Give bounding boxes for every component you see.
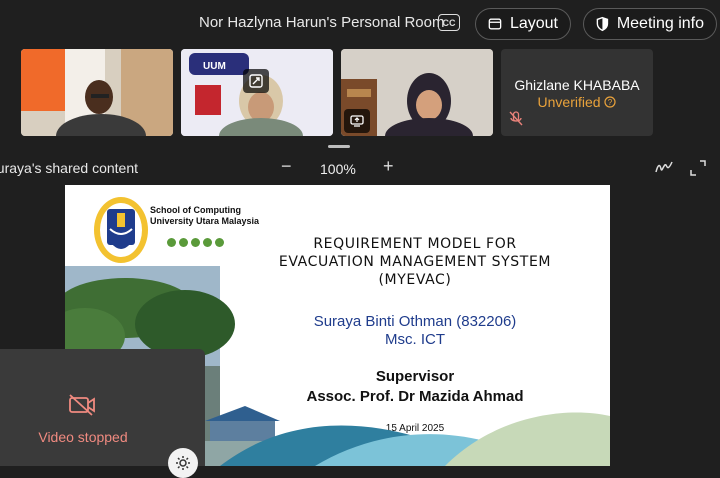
screen-icon (350, 115, 364, 127)
self-view-tile[interactable]: Video stopped (0, 349, 205, 466)
room-title: Nor Hazlyna Harun's Personal Room (199, 14, 445, 31)
share-screen-button[interactable] (344, 109, 370, 133)
layout-label: Layout (509, 15, 558, 32)
help-icon: ? (604, 96, 617, 108)
meeting-info-label: Meeting info (616, 15, 704, 32)
participant-video (21, 49, 173, 136)
shield-icon (596, 16, 609, 32)
share-toolbar: ng Suraya's shared content − 100% + (0, 154, 720, 182)
participant-name: Ghizlane KHABABA (514, 77, 640, 93)
svg-text:?: ? (608, 98, 613, 107)
school-name: School of Computing University Utara Mal… (150, 205, 260, 226)
expand-icon (249, 74, 263, 88)
gear-icon (176, 456, 190, 470)
unverified-status: Unverified ? (501, 94, 653, 110)
decorative-dots (167, 238, 224, 247)
annotate-icon[interactable] (655, 160, 673, 174)
video-off-icon (69, 394, 95, 416)
meeting-info-button[interactable]: Meeting info (583, 8, 717, 40)
participant-tile-3[interactable] (341, 49, 493, 136)
participant-tile-1[interactable] (21, 49, 173, 136)
video-stopped-label: Video stopped (38, 429, 128, 445)
zoom-in-button[interactable]: + (383, 156, 394, 177)
layout-icon (488, 18, 502, 30)
zoom-out-button[interactable]: − (281, 156, 292, 177)
settings-button[interactable] (168, 448, 198, 478)
shared-content-label: ng Suraya's shared content (0, 160, 139, 176)
svg-text:UUM: UUM (203, 61, 226, 72)
filmstrip-resize-handle[interactable] (328, 145, 350, 148)
zoom-level: 100% (320, 161, 356, 177)
top-bar: Nor Hazlyna Harun's Personal Room CC Lay… (0, 0, 720, 48)
closed-captions-button[interactable]: CC (438, 14, 460, 31)
expand-icon[interactable] (690, 160, 706, 176)
university-logo (94, 197, 148, 263)
participant-tile-4[interactable]: Ghizlane KHABABA Unverified ? (501, 49, 653, 136)
pin-button[interactable] (243, 69, 269, 93)
participant-tile-2[interactable]: UUM (181, 49, 333, 136)
mic-off-icon (509, 111, 523, 126)
layout-button[interactable]: Layout (475, 8, 571, 40)
